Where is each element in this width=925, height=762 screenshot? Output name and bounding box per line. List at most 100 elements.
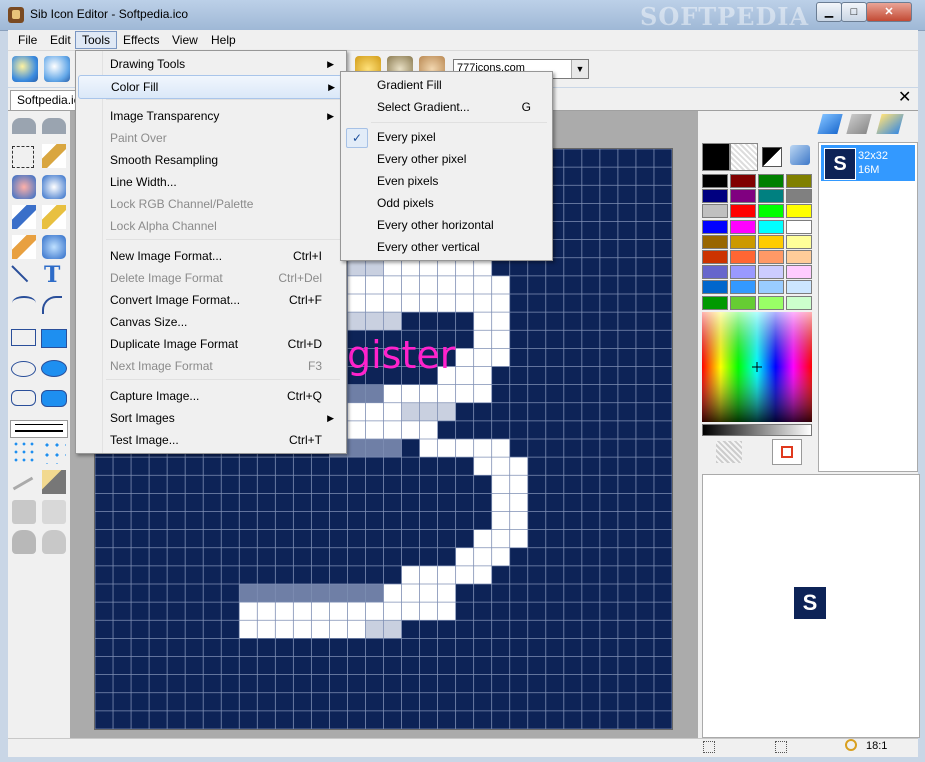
filled-rounded-rectangle-icon[interactable] xyxy=(41,390,67,407)
color-swatch[interactable] xyxy=(730,219,756,234)
color-swatch[interactable] xyxy=(786,189,812,204)
airbrush-icon[interactable] xyxy=(42,205,66,229)
color-swatch[interactable] xyxy=(758,234,784,249)
redo-icon[interactable] xyxy=(42,118,66,134)
pattern-dots-icon[interactable] xyxy=(12,440,36,464)
color-swatch[interactable] xyxy=(730,204,756,219)
color-swatch[interactable] xyxy=(786,295,812,310)
close-tab-icon[interactable]: ✕ xyxy=(898,87,911,107)
color-fill-item[interactable]: Every other vertical xyxy=(343,236,549,258)
color-fill-item[interactable]: ✓ Every pixel xyxy=(343,126,549,148)
tools-menu-item[interactable]: New Image Format... Ctrl+I xyxy=(78,245,342,267)
color-swatch[interactable] xyxy=(786,219,812,234)
color-swatch[interactable] xyxy=(730,189,756,204)
tools-menu-item[interactable]: Image Transparency ▶ xyxy=(78,105,342,127)
tools-menu-item[interactable]: Color Fill ▶ xyxy=(78,75,344,99)
color-swatch[interactable] xyxy=(702,189,728,204)
stamp-icon[interactable] xyxy=(42,470,66,494)
open-icon-icon[interactable] xyxy=(44,56,70,82)
pattern-sparse-icon[interactable] xyxy=(42,440,66,464)
curve-icon[interactable] xyxy=(12,296,36,310)
fill-bucket-icon[interactable] xyxy=(12,175,36,199)
color-swatch[interactable] xyxy=(730,265,756,280)
rotate-right-icon[interactable] xyxy=(42,530,66,554)
rect-select-icon[interactable] xyxy=(12,146,34,168)
color-fill-item[interactable]: Even pixels xyxy=(343,170,549,192)
reset-colors-icon[interactable] xyxy=(790,145,810,165)
color-swatch[interactable] xyxy=(730,234,756,249)
filled-rectangle-icon[interactable] xyxy=(41,329,67,348)
color-fill-item[interactable]: Gradient Fill xyxy=(343,74,549,96)
layer-copy-icon[interactable] xyxy=(12,500,36,524)
color-swatch[interactable] xyxy=(758,219,784,234)
color-swatch[interactable] xyxy=(758,204,784,219)
eraser-icon[interactable] xyxy=(42,175,66,199)
color-swatch[interactable] xyxy=(702,174,728,188)
grayscale-slider[interactable] xyxy=(702,424,812,436)
secondary-color[interactable] xyxy=(730,143,758,171)
color-swatch[interactable] xyxy=(786,250,812,264)
color-fill-item[interactable]: Odd pixels xyxy=(343,192,549,214)
text-tool-icon[interactable]: T xyxy=(44,262,60,288)
replace-color-icon[interactable] xyxy=(42,235,66,259)
color-fill-item[interactable]: Every other pixel xyxy=(343,148,549,170)
color-swatch[interactable] xyxy=(702,265,728,280)
primary-color[interactable] xyxy=(702,143,730,171)
brush-icon[interactable] xyxy=(12,205,36,229)
menu-file[interactable]: File xyxy=(12,32,43,48)
maximize-button[interactable]: □ xyxy=(841,2,867,22)
tools-menu-item[interactable]: Convert Image Format... Ctrl+F xyxy=(78,289,342,311)
color-swatch[interactable] xyxy=(758,280,784,295)
tools-menu-item[interactable]: Duplicate Image Format Ctrl+D xyxy=(78,333,342,355)
color-swatch[interactable] xyxy=(786,174,812,188)
ellipse-icon[interactable] xyxy=(11,361,36,377)
chevron-down-icon[interactable]: ▼ xyxy=(571,60,588,78)
color-swatch[interactable] xyxy=(786,265,812,280)
icon-format-list[interactable]: S 32x32 16M xyxy=(818,142,918,472)
line-width-selector[interactable] xyxy=(10,420,68,438)
minimize-button[interactable]: ▁ xyxy=(816,2,842,22)
icon-format-item[interactable]: S 32x32 16M xyxy=(821,145,915,181)
tools-menu-item[interactable]: Test Image... Ctrl+T xyxy=(78,429,342,451)
layer-paste-icon[interactable] xyxy=(42,500,66,524)
menu-view[interactable]: View xyxy=(166,32,204,48)
pencil-icon[interactable] xyxy=(42,144,66,168)
color-swatch[interactable] xyxy=(786,234,812,249)
tools-menu-item[interactable]: Canvas Size... xyxy=(78,311,342,333)
tools-menu-item[interactable]: Drawing Tools ▶ xyxy=(78,53,342,75)
color-swatch[interactable] xyxy=(758,174,784,188)
rotate-left-icon[interactable] xyxy=(12,530,36,554)
tools-menu-item[interactable]: Smooth Resampling xyxy=(78,149,342,171)
color-swatch[interactable] xyxy=(702,234,728,249)
color-swatch[interactable] xyxy=(758,265,784,280)
color-swatch[interactable] xyxy=(758,250,784,264)
color-swatch[interactable] xyxy=(730,174,756,188)
transparent-color-icon[interactable] xyxy=(716,441,742,463)
menu-effects[interactable]: Effects xyxy=(117,32,165,48)
color-swatch[interactable] xyxy=(758,295,784,310)
new-icon-icon[interactable] xyxy=(12,56,38,82)
color-swatch[interactable] xyxy=(702,295,728,310)
menu-edit[interactable]: Edit xyxy=(44,32,77,48)
rounded-rectangle-icon[interactable] xyxy=(11,390,36,406)
inverse-color-button[interactable] xyxy=(772,439,802,465)
color-swatch[interactable] xyxy=(730,250,756,264)
tab-document[interactable]: Softpedia.ico xyxy=(10,90,86,110)
rectangle-icon[interactable] xyxy=(11,329,36,346)
tools-menu-item[interactable]: Sort Images ▶ xyxy=(78,407,342,429)
color-swatch[interactable] xyxy=(786,204,812,219)
color-swatch[interactable] xyxy=(702,219,728,234)
color-picker-icon[interactable] xyxy=(12,235,36,259)
color-spectrum[interactable] xyxy=(702,312,812,422)
undo-icon[interactable] xyxy=(12,118,36,134)
color-fill-item[interactable]: Select Gradient... G xyxy=(343,96,549,118)
color-swatch[interactable] xyxy=(702,250,728,264)
tools-menu-item[interactable]: Capture Image... Ctrl+Q xyxy=(78,385,342,407)
color-fill-item[interactable]: Every other horizontal xyxy=(343,214,549,236)
filled-ellipse-icon[interactable] xyxy=(41,360,67,377)
menu-help[interactable]: Help xyxy=(205,32,242,48)
swap-colors-icon[interactable] xyxy=(762,147,782,167)
tools-menu-item[interactable]: Line Width... xyxy=(78,171,342,193)
menu-tools[interactable]: Tools xyxy=(75,31,118,49)
color-swatch[interactable] xyxy=(730,280,756,295)
